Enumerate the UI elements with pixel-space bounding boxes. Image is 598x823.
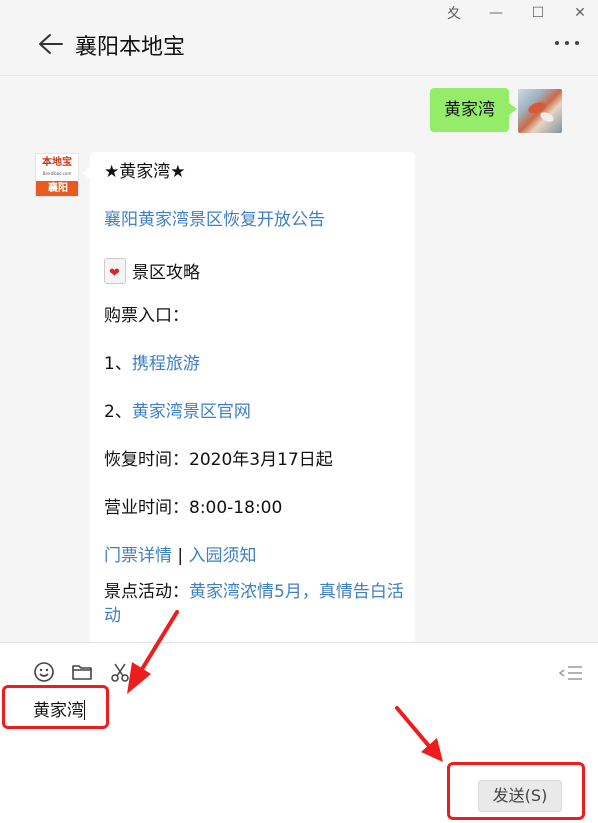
option-2-prefix: 2、 [104,402,132,422]
chat-header: ⼢ — ☐ ✕ 襄阳本地宝 [0,0,598,76]
resume-time: 恢复时间：2020年3月17日起 [104,450,333,470]
option-2-row: 2、黄家湾景区官网 [104,400,251,424]
message-list[interactable]: 黄家湾 本地宝 Bendibao.com 襄阳 ★黄家湾★ 襄阳黄家湾景区恢复开… [0,77,598,642]
minimize-icon[interactable]: — [486,4,506,22]
business-hours: 营业时间：8:00-18:00 [104,498,283,518]
avatar-logo-text: 本地宝 [42,157,72,168]
option-1-prefix: 1、 [104,354,132,374]
maximize-icon[interactable]: ☐ [528,4,548,22]
emoji-icon[interactable] [33,661,55,683]
ticket-details-link[interactable]: 门票详情 [104,546,172,566]
guide-row: 景区攻略 [104,258,200,286]
pin-icon[interactable]: ⼢ [444,4,464,22]
chat-title: 襄阳本地宝 [75,35,186,60]
close-icon[interactable]: ✕ [570,4,590,22]
scissors-icon[interactable] [109,661,131,683]
official-site-link[interactable]: 黄家湾景区官网 [132,402,251,422]
folder-icon[interactable] [71,661,93,683]
chat-history-icon[interactable] [558,665,584,681]
option-1-row: 1、携程旅游 [104,352,200,376]
outgoing-message-bubble[interactable]: 黄家湾 [430,88,517,132]
links-row: 门票详情 | 入园须知 [104,544,257,568]
activity-label: 景点活动： [104,582,189,602]
guide-label: 景区攻略 [132,263,200,283]
bendibao-avatar[interactable]: 本地宝 Bendibao.com 襄阳 [35,153,79,197]
ctrip-link[interactable]: 携程旅游 [132,354,200,374]
entry-notice-link[interactable]: 入园须知 [189,546,257,566]
send-highlight-box [447,762,585,820]
message-title: ★黄家湾★ [104,162,186,182]
window-controls: ⼢ — ☐ ✕ [444,4,590,22]
my-avatar[interactable] [518,89,562,133]
heart-card-icon [104,258,126,286]
activity-row: 景点活动：黄家湾浓情5月，真情告白活动 [104,580,404,628]
ticket-entry-label: 购票入口： [104,306,189,326]
reopen-notice-link[interactable]: 襄阳黄家湾景区恢复开放公告 [104,208,325,232]
input-highlight-box [2,685,109,729]
more-icon[interactable] [554,38,580,48]
input-toolbar [33,661,131,683]
back-arrow-icon[interactable] [36,32,64,56]
incoming-message-bubble[interactable]: ★黄家湾★ 襄阳黄家湾景区恢复开放公告 景区攻略 购票入口： 1、携程旅游 2、… [82,152,415,642]
avatar-logo-sub: Bendibao.com [42,171,72,176]
avatar-logo-city: 襄阳 [36,181,78,196]
separator: | [177,546,184,566]
